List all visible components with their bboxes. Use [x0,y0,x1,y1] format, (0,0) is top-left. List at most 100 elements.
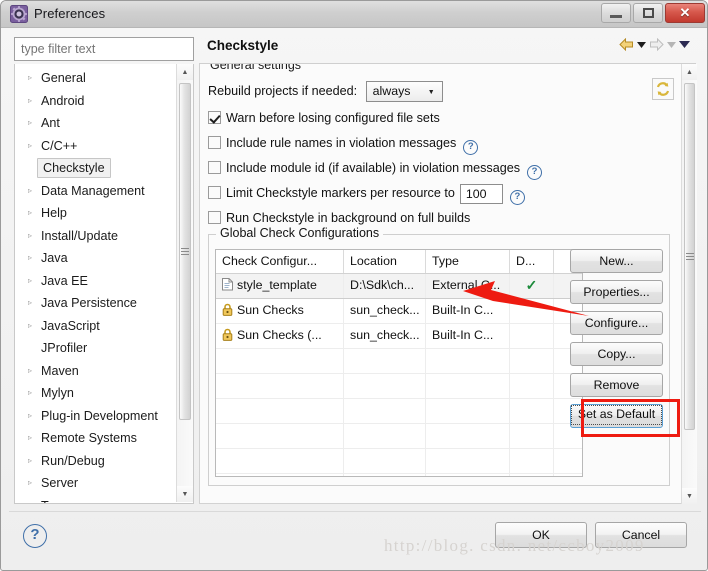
menu-dropdown-icon[interactable] [679,41,690,48]
checkbox-row-warn[interactable]: Warn before losing configured file sets [208,106,678,131]
warn-checkbox[interactable] [208,111,221,124]
checkbox-row-rule-names[interactable]: Include rule names in violation messages… [208,131,678,156]
new-button[interactable]: New... [570,249,663,273]
module-id-checkbox[interactable] [208,161,221,174]
sidebar-item-mylyn[interactable]: ▹ Mylyn [15,382,178,405]
minimize-button[interactable] [601,3,631,23]
sidebar-item-java[interactable]: ▹ Java [15,247,178,270]
sidebar-item-data-management[interactable]: ▹ Data Management [15,180,178,203]
tree-scroll-up-button[interactable]: ▲ [177,64,193,80]
sidebar-item-remote-systems[interactable]: ▹ Remote Systems [15,427,178,450]
expand-arrow-icon[interactable]: ▹ [28,67,32,90]
annotation-arrow [463,281,589,316]
remove-button[interactable]: Remove [570,373,663,397]
sidebar-item-label: Java EE [41,273,88,288]
minimize-icon [610,15,622,18]
sidebar-item-label: Android [41,93,85,108]
expand-arrow-icon[interactable]: ▹ [28,405,32,428]
column-header-1[interactable]: Location [344,250,426,273]
expand-arrow-icon[interactable]: ▹ [28,360,32,383]
sidebar-item-java-persistence[interactable]: ▹ Java Persistence [15,292,178,315]
expand-arrow-icon[interactable]: ▹ [28,90,32,113]
sidebar-item-plug-in-development[interactable]: ▹ Plug-in Development [15,405,178,428]
help-icon[interactable]: ? [509,190,525,205]
expand-arrow-icon[interactable]: ▹ [28,427,32,450]
tree-scrollbar[interactable]: ▲ ▼ [176,64,193,502]
cell-empty [510,399,554,423]
sidebar-item-team[interactable]: ▹ Team [15,495,178,504]
checkbox-row-limit-markers[interactable]: Limit Checkstyle markers per resource to… [208,181,678,206]
limit-markers-input[interactable] [459,183,503,204]
panel-header: Checkstyle [199,33,696,64]
background-build-checkbox[interactable] [208,211,221,224]
limit-markers-label: Limit Checkstyle markers per resource to [226,186,455,200]
expand-arrow-icon[interactable]: ▹ [28,495,32,504]
expand-arrow-icon[interactable]: ▹ [28,472,32,495]
cell-empty [426,449,510,473]
sidebar-item-label: Team [41,499,72,504]
preferences-window: Preferences ✕ ▹ General ▹ Android ▹ Ant ▹ C/C++… [0,0,708,571]
sidebar-item-java-ee[interactable]: ▹ Java EE [15,270,178,293]
table-empty-row [216,349,582,374]
help-icon[interactable]: ? [23,524,47,548]
expand-arrow-icon[interactable]: ▹ [28,247,32,270]
chevron-down-icon: ▼ [427,89,435,97]
sidebar-item-label: Remote Systems [41,431,137,445]
close-button[interactable]: ✕ [665,3,705,23]
rebuild-dropdown-value: always [372,84,411,99]
cell-empty [216,449,344,473]
sidebar-item-run-debug[interactable]: ▹ Run/Debug [15,450,178,473]
expand-arrow-icon[interactable]: ▹ [28,382,32,405]
cell-empty [426,349,510,373]
panel-scroll-down-button[interactable]: ▼ [682,488,697,504]
sidebar-item-maven[interactable]: ▹ Maven [15,360,178,383]
maximize-button[interactable] [633,3,663,23]
rule-names-checkbox[interactable] [208,136,221,149]
expand-arrow-icon[interactable]: ▹ [28,225,32,248]
expand-arrow-icon[interactable]: ▹ [28,112,32,135]
sidebar-item-checkstyle[interactable]: Checkstyle [15,157,178,180]
expand-arrow-icon[interactable]: ▹ [28,450,32,473]
cell-empty [344,474,426,476]
expand-arrow-icon[interactable]: ▹ [28,315,32,338]
column-header-3[interactable]: D... [510,250,554,273]
sidebar-item-server[interactable]: ▹ Server [15,472,178,495]
panel-scroll-up-button[interactable]: ▲ [682,64,697,80]
help-icon[interactable]: ? [463,140,479,155]
expand-arrow-icon[interactable]: ▹ [28,270,32,293]
sidebar-item-android[interactable]: ▹ Android [15,90,178,113]
back-arrow-icon[interactable] [619,38,634,51]
rebuild-label: Rebuild projects if needed: [208,84,358,98]
title-bar: Preferences ✕ [1,1,707,28]
panel-scrollbar-thumb[interactable] [684,83,695,430]
sidebar-item-jprofiler[interactable]: JProfiler [15,337,178,360]
limit-markers-checkbox[interactable] [208,186,221,199]
column-header-2[interactable]: Type [426,250,510,273]
panel-scrollbar[interactable]: ▲ ▼ [681,64,697,504]
preferences-tree: ▹ General ▹ Android ▹ Ant ▹ C/C++ Checkstyle ▹ Dat… [14,64,194,504]
sidebar-item-help[interactable]: ▹ Help [15,202,178,225]
expand-arrow-icon[interactable]: ▹ [28,135,32,158]
expand-arrow-icon[interactable]: ▹ [28,292,32,315]
copy-button[interactable]: Copy... [570,342,663,366]
sidebar-item-label: Java Persistence [41,296,137,310]
filter-input[interactable] [14,37,194,61]
column-header-0[interactable]: Check Configur... [216,250,344,273]
refresh-icon[interactable] [652,78,674,100]
checkbox-row-module-id[interactable]: Include module id (if available) in viol… [208,156,678,181]
sidebar-item-ant[interactable]: ▹ Ant [15,112,178,135]
file-icon [222,276,233,298]
help-icon[interactable]: ? [527,165,543,180]
annotation-rectangle [581,399,680,437]
expand-arrow-icon[interactable]: ▹ [28,180,32,203]
tree-scroll-down-button[interactable]: ▼ [177,486,193,502]
window-controls: ✕ [601,3,705,23]
tree-scrollbar-thumb[interactable] [179,83,191,420]
sidebar-item-general[interactable]: ▹ General [15,67,178,90]
sidebar-item-install-update[interactable]: ▹ Install/Update [15,225,178,248]
rebuild-dropdown[interactable]: always ▼ [365,81,443,103]
expand-arrow-icon[interactable]: ▹ [28,202,32,225]
back-dropdown-icon[interactable] [637,41,646,48]
sidebar-item-c-c-[interactable]: ▹ C/C++ [15,135,178,158]
sidebar-item-javascript[interactable]: ▹ JavaScript [15,315,178,338]
